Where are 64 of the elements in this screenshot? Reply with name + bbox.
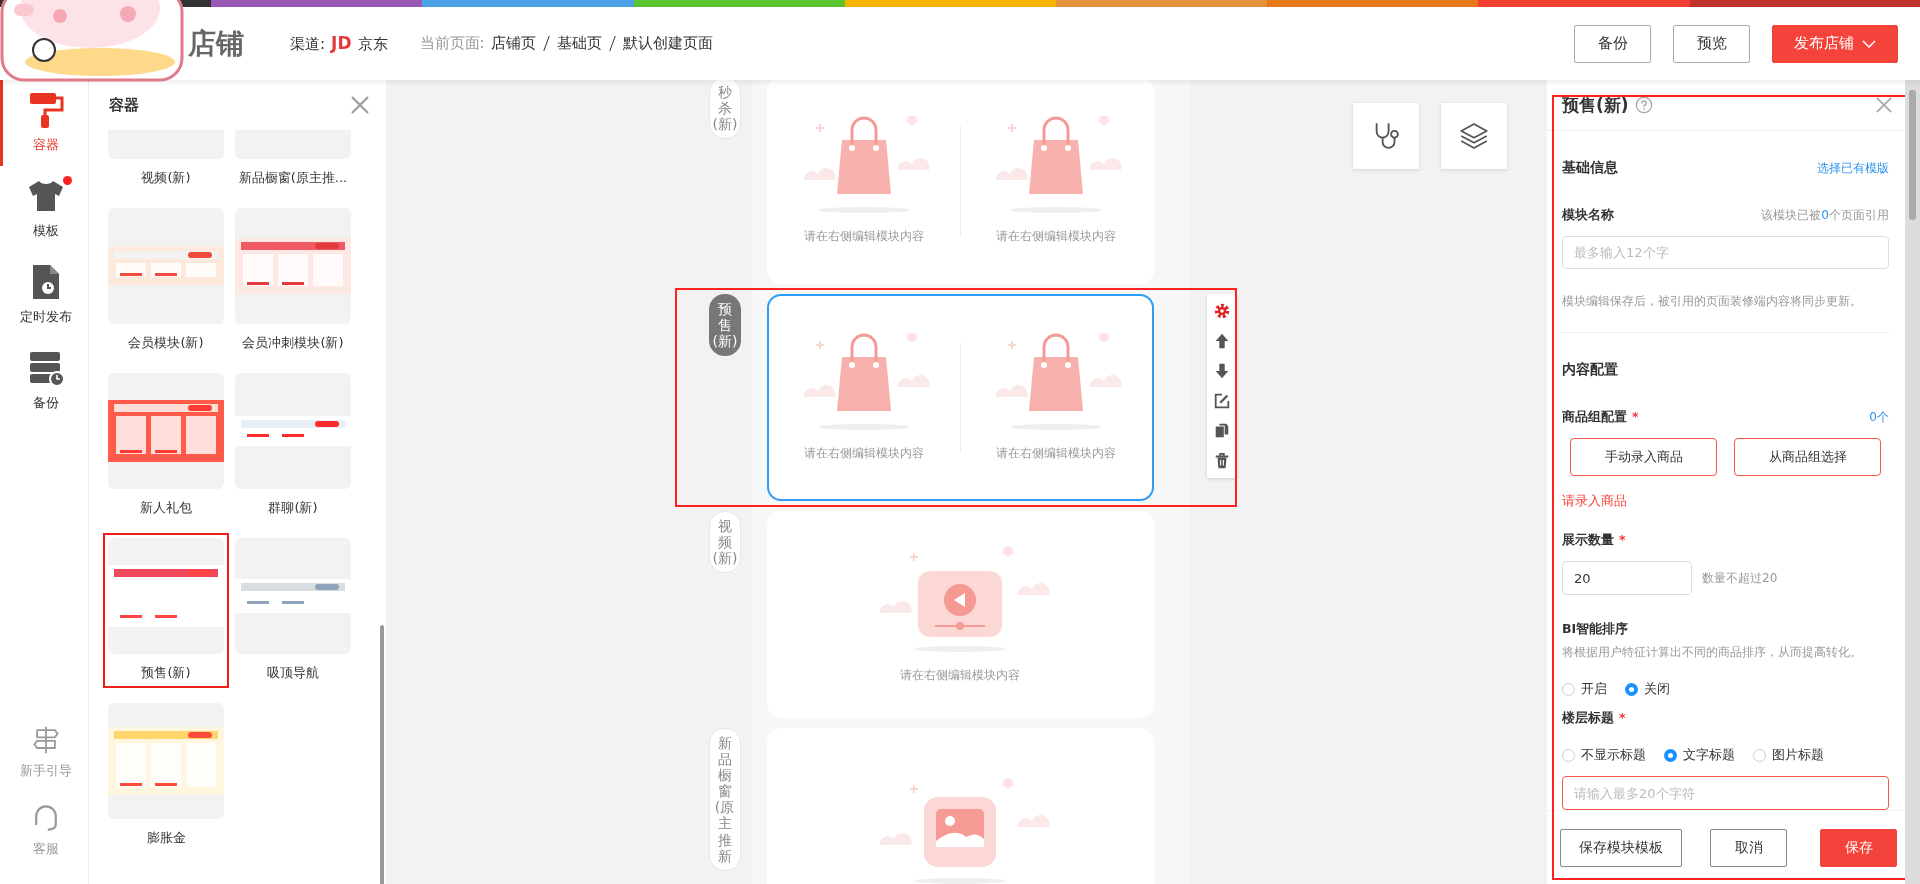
placeholder-text: 请在右侧编辑模块内容: [804, 445, 924, 462]
channel-label: 渠道:: [290, 35, 326, 54]
count-text: 0个: [1869, 409, 1889, 426]
caret-icon: [1862, 39, 1876, 48]
channel-name: 京东: [357, 35, 388, 54]
radio-option[interactable]: 图片标题: [1753, 747, 1824, 764]
hint-text: 将根据用户特征计算出不同的商品排序，从而提高转化。: [1562, 644, 1863, 661]
module-tag[interactable]: 预售(新): [708, 294, 741, 357]
usage-text: 该模块已被0个页面引用: [1761, 207, 1889, 224]
placeholder-text: 请在右侧编辑模块内容: [996, 445, 1116, 462]
error-text: 请录入商品: [1562, 492, 1628, 510]
placeholder-text: 请在右侧编辑模块内容: [996, 228, 1116, 245]
section-title: 内容配置: [1562, 361, 1618, 377]
input-field[interactable]: 请输入最多20个字符: [1562, 776, 1889, 810]
footer-button[interactable]: 保存: [1820, 828, 1897, 867]
breadcrumb-item[interactable]: 基础页: [556, 34, 602, 53]
footer-button[interactable]: 保存模块模板: [1560, 828, 1682, 867]
field-label: BI智能排序: [1562, 621, 1629, 636]
rail-item[interactable]: 定时发布: [0, 252, 88, 338]
placeholder-text: 请在右侧编辑模块内容: [804, 228, 924, 245]
hint-text: 数量不超过20: [1702, 569, 1778, 587]
close-icon[interactable]: [350, 95, 370, 115]
breadcrumb-item[interactable]: 店铺页: [490, 34, 536, 53]
settings-icon[interactable]: [1212, 302, 1231, 320]
help-icon[interactable]: [1634, 96, 1653, 114]
logo-text: 店铺: [188, 25, 244, 62]
publish-button[interactable]: 发布店铺: [1772, 24, 1898, 63]
radio-option[interactable]: 开启: [1562, 681, 1607, 698]
panel-title: 容器: [109, 95, 139, 115]
field-label: 商品组配置 *: [1562, 409, 1639, 426]
component-card[interactable]: 新品橱窗(原主推...: [230, 130, 356, 193]
breadcrumb-item[interactable]: 默认创建页面: [622, 34, 713, 53]
product-button[interactable]: 从商品组选择: [1734, 438, 1881, 476]
component-card[interactable]: 视频(新): [103, 130, 229, 193]
hint-text: 模块编辑保存后，被引用的页面装修端内容将同步更新。: [1562, 293, 1863, 311]
input-field[interactable]: 20: [1562, 561, 1692, 595]
diagnose-button[interactable]: [1353, 103, 1419, 169]
edit-icon[interactable]: [1212, 392, 1231, 410]
radio-option[interactable]: 文字标题: [1664, 747, 1735, 764]
radio-option[interactable]: 不显示标题: [1562, 747, 1646, 764]
scrollbar[interactable]: [1909, 90, 1916, 220]
header-button[interactable]: 备份: [1574, 24, 1651, 63]
scrollbar[interactable]: [380, 625, 384, 884]
placeholder-text: 请在右侧编辑模块内容: [900, 667, 1020, 684]
header-button[interactable]: 预览: [1673, 24, 1750, 63]
template-link[interactable]: 选择已有模版: [1817, 159, 1889, 177]
radio-option[interactable]: 关闭: [1625, 681, 1670, 698]
rail-item[interactable]: 备份: [0, 338, 88, 424]
component-card[interactable]: 预售(新): [103, 533, 229, 688]
field-label: 展示数量 *: [1562, 532, 1626, 547]
section-title: 基础信息: [1562, 159, 1618, 177]
breadcrumb-label: 当前页面:: [419, 34, 485, 53]
layers-button[interactable]: [1441, 103, 1507, 169]
module-tag[interactable]: 新品橱窗(原主推新: [708, 728, 741, 871]
module-tag[interactable]: 秒杀(新): [708, 77, 741, 140]
product-button[interactable]: 手动录入商品: [1570, 438, 1717, 476]
close-icon[interactable]: [1875, 96, 1893, 114]
channel-logo-text: JD: [331, 33, 352, 53]
footer-button[interactable]: 取消: [1710, 828, 1787, 867]
panel-title: 预售(新): [1562, 93, 1629, 117]
rail-item[interactable]: 模板: [0, 166, 88, 252]
field-label: 楼层标题 *: [1562, 710, 1626, 725]
field-label: 模块名称: [1562, 207, 1614, 224]
module-tag[interactable]: 视频(新): [708, 511, 741, 574]
